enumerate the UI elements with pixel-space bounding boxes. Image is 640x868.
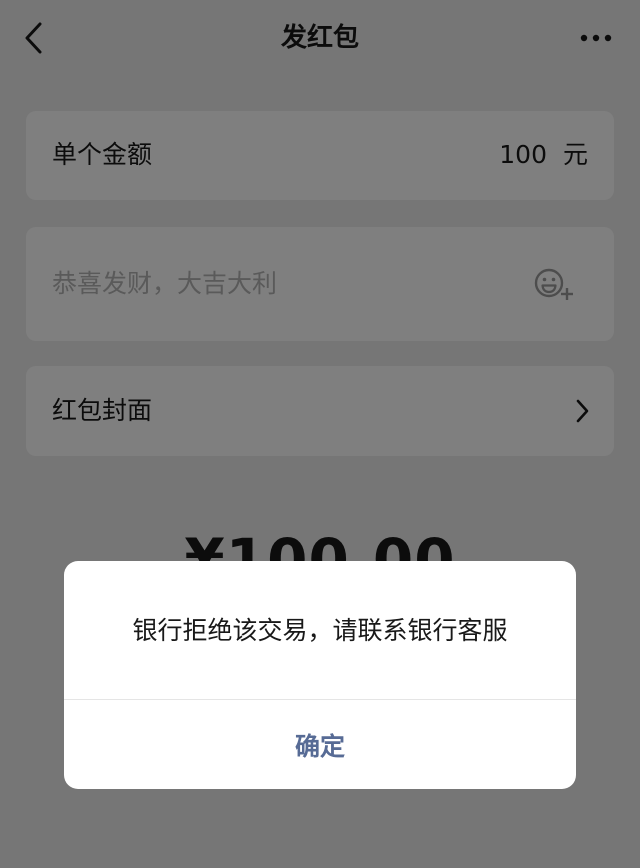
confirm-button[interactable]: 确定: [64, 700, 576, 789]
error-dialog: 银行拒绝该交易，请联系银行客服 确定: [64, 561, 576, 789]
dialog-message: 银行拒绝该交易，请联系银行客服: [132, 616, 508, 645]
